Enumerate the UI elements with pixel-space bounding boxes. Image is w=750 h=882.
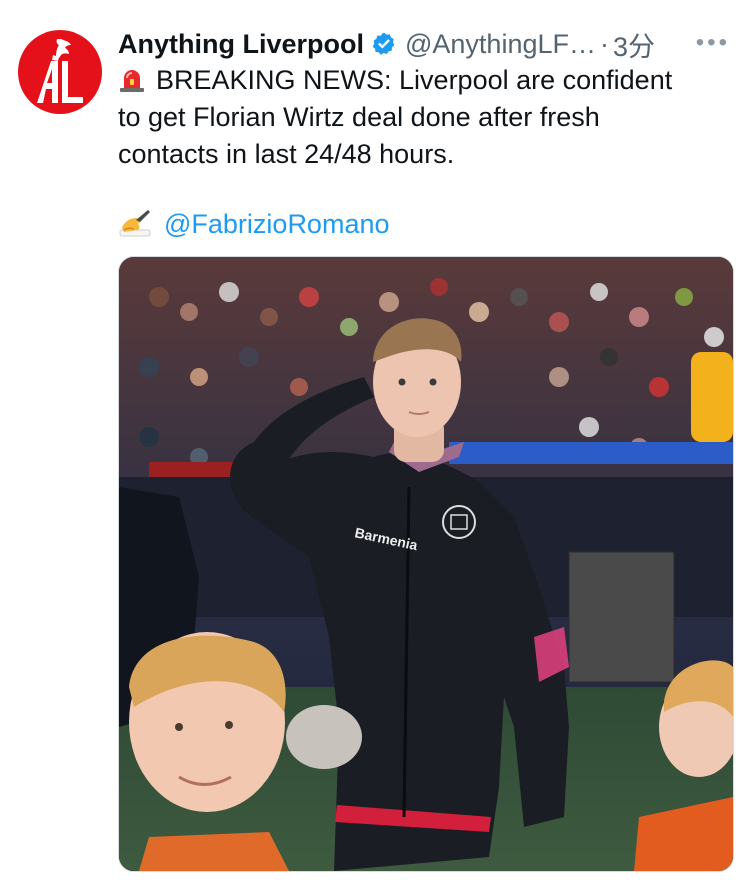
separator-dot: ·: [600, 28, 609, 59]
tweet[interactable]: Anything Liverpool @AnythingLF… · 3分 •••…: [0, 0, 750, 882]
tweet-text-line-2: to get Florian Wirtz deal done after fre…: [118, 102, 600, 132]
mention-link[interactable]: @FabrizioRomano: [164, 209, 390, 239]
more-options-icon[interactable]: •••: [696, 28, 730, 58]
user-handle[interactable]: @AnythingLF…: [405, 29, 596, 60]
anything-liverpool-logo-icon: [37, 39, 83, 103]
tweet-text: BREAKING NEWS: Liverpool are confident t…: [118, 62, 728, 243]
display-name[interactable]: Anything Liverpool: [118, 29, 364, 60]
tweet-header: Anything Liverpool @AnythingLF… · 3分: [118, 24, 738, 64]
writing-hand-emoji-icon: [119, 210, 151, 237]
timestamp[interactable]: 3分: [613, 25, 655, 64]
siren-emoji-icon: [120, 70, 144, 92]
profile-avatar[interactable]: [18, 30, 102, 114]
photo-scene: Barmenia: [119, 257, 733, 871]
verified-badge-icon: [372, 32, 395, 55]
tweet-media-photo[interactable]: Barmenia: [118, 256, 734, 872]
tweet-text-line-3: contacts in last 24/48 hours.: [118, 139, 455, 169]
tweet-text-line-1: BREAKING NEWS: Liverpool are confident: [156, 65, 673, 95]
